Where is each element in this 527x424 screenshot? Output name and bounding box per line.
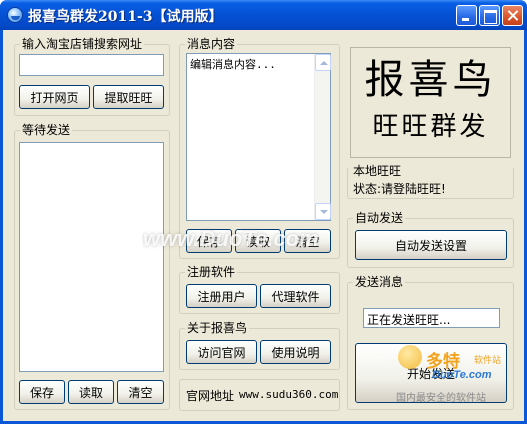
waiting-read-button[interactable]: 读取 [68, 380, 114, 404]
minimize-button[interactable] [456, 5, 477, 26]
register-user-button[interactable]: 注册用户 [186, 284, 257, 308]
waiting-list[interactable] [19, 142, 164, 372]
app-logo-icon [7, 7, 23, 23]
message-text: 编辑消息内容... [190, 58, 276, 71]
scroll-down-icon[interactable] [315, 203, 331, 220]
open-page-button[interactable]: 打开网页 [19, 85, 90, 109]
client-area: 输入淘宝店铺搜索网址 打开网页 提取旺旺 等待发送 保存 读取 清空 消息内容 … [3, 30, 524, 421]
title-bar[interactable]: 报喜鸟群发2011-3【试用版】 [0, 0, 527, 30]
scroll-up-icon[interactable] [315, 54, 331, 71]
message-read-button[interactable]: 读取 [235, 229, 281, 253]
waiting-clear-button[interactable]: 清空 [117, 380, 164, 404]
send-status-text: 正在发送旺旺... [367, 313, 451, 327]
message-textarea[interactable]: 编辑消息内容... [186, 53, 331, 221]
brand-title: 报喜鸟 [364, 57, 497, 103]
visit-website-button[interactable]: 访问官网 [186, 340, 257, 364]
auto-send-settings-button[interactable]: 自动发送设置 [355, 230, 507, 260]
send-status-field: 正在发送旺旺... [363, 308, 500, 328]
message-group-legend: 消息内容 [185, 37, 238, 51]
app-window: 报喜鸟群发2011-3【试用版】 输入淘宝店铺搜索网址 打开网页 提取旺旺 等待… [0, 0, 527, 424]
start-send-button[interactable]: 开始发送 [355, 343, 507, 403]
auto-send-legend: 自动发送 [353, 211, 406, 225]
usage-guide-button[interactable]: 使用说明 [260, 340, 331, 364]
brand-subtitle: 旺旺群发 [372, 112, 489, 142]
local-wangwang-legend: 本地旺旺 [353, 164, 402, 178]
waiting-save-button[interactable]: 保存 [19, 380, 65, 404]
waiting-group-legend: 等待发送 [20, 123, 73, 137]
brand-panel: 报喜鸟 旺旺群发 [350, 47, 511, 158]
send-message-legend: 发送消息 [353, 275, 406, 289]
message-scrollbar[interactable] [314, 54, 331, 220]
wangwang-status: 状态:请登陆旺旺! [353, 182, 446, 196]
website-url: www.sudu360.com [239, 388, 339, 401]
website-label: 官网地址 [186, 389, 235, 403]
agent-software-button[interactable]: 代理软件 [260, 284, 331, 308]
maximize-button[interactable] [479, 5, 500, 26]
about-group-legend: 关于报喜鸟 [185, 321, 250, 335]
extract-wangwang-button[interactable]: 提取旺旺 [93, 85, 164, 109]
shop-url-input[interactable] [19, 54, 164, 76]
message-save-button[interactable]: 保存 [186, 229, 232, 253]
window-title: 报喜鸟群发2011-3【试用版】 [28, 9, 223, 25]
message-clear-button[interactable]: 清空 [284, 229, 331, 253]
url-group-legend: 输入淘宝店铺搜索网址 [20, 37, 145, 51]
register-group-legend: 注册软件 [185, 265, 238, 279]
close-button[interactable] [502, 5, 523, 26]
